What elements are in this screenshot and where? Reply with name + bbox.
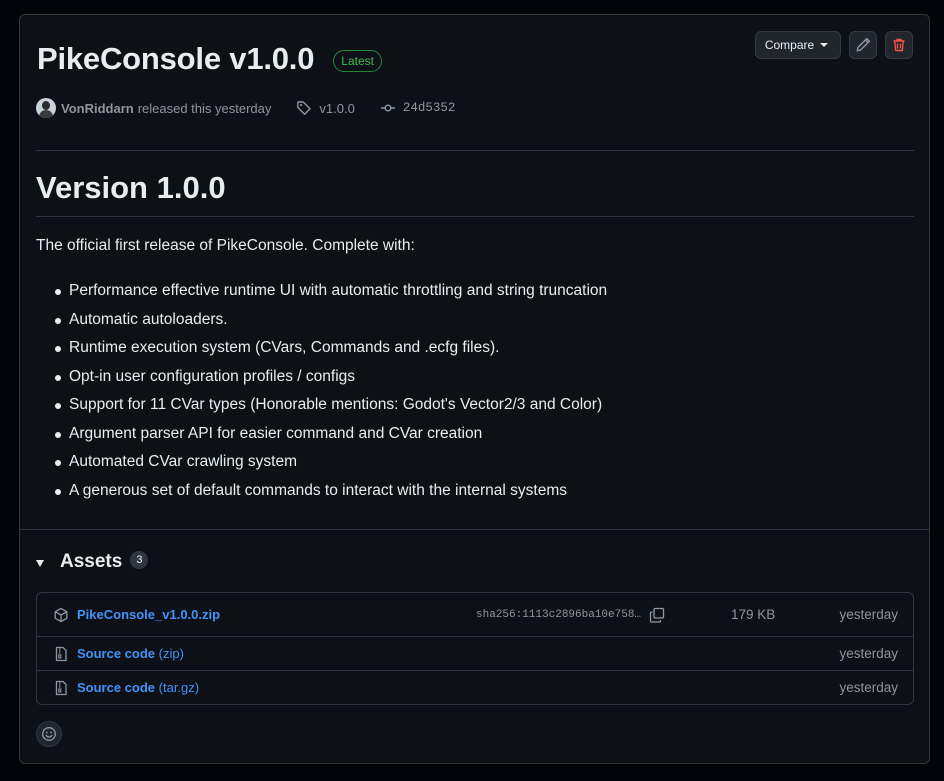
commit-sha: 24d5352 — [402, 101, 456, 115]
list-item: A generous set of default commands to in… — [36, 477, 607, 506]
commit-link[interactable]: 24d5352 — [380, 100, 456, 116]
release-meta: VonRiddarn released this yesterday v1.0.… — [36, 98, 455, 118]
list-item: Runtime execution system (CVars, Command… — [36, 334, 607, 363]
assets-divider — [20, 529, 929, 530]
asset-row: Source code (zip) yesterday — [37, 637, 913, 671]
avatar[interactable] — [36, 98, 56, 118]
edit-button[interactable] — [849, 31, 877, 59]
list-item: Opt-in user configuration profiles / con… — [36, 363, 607, 392]
list-item: Automated CVar crawling system — [36, 448, 607, 477]
list-item: Automatic autoloaders. — [36, 306, 607, 335]
package-icon — [53, 607, 69, 623]
file-zip-icon — [53, 646, 69, 662]
assets-toggle[interactable]: Assets 3 — [36, 551, 149, 573]
header-divider — [36, 150, 914, 151]
pencil-icon — [855, 37, 871, 53]
compare-label: Compare — [764, 38, 815, 52]
asset-row: PikeConsole_v1.0.0.zip sha256:1113c2896b… — [37, 593, 913, 637]
compare-button[interactable]: Compare — [755, 31, 841, 59]
triangle-down-icon — [36, 559, 44, 567]
notes-intro: The official first release of PikeConsol… — [36, 237, 415, 254]
commit-icon — [380, 100, 403, 116]
latest-badge: Latest — [333, 50, 382, 72]
asset-link[interactable]: PikeConsole_v1.0.0.zip — [77, 607, 220, 622]
tag-icon — [296, 100, 319, 116]
tag-label: v1.0.0 — [319, 100, 355, 116]
trash-icon — [891, 37, 907, 53]
assets-list: PikeConsole_v1.0.0.zip sha256:1113c2896b… — [36, 592, 914, 705]
release-title[interactable]: PikeConsole v1.0.0 — [37, 41, 314, 77]
delete-button[interactable] — [885, 31, 913, 59]
release-card: PikeConsole v1.0.0 Latest Compare VonRid… — [19, 14, 930, 764]
assets-count: 3 — [130, 551, 149, 569]
file-zip-icon — [53, 680, 69, 696]
asset-date: yesterday — [839, 680, 898, 695]
asset-sha: sha256:1113c2896ba10e758… — [476, 608, 642, 621]
asset-date: yesterday — [839, 607, 898, 622]
feature-list: Performance effective runtime UI with au… — [36, 277, 607, 505]
list-item: Performance effective runtime UI with au… — [36, 277, 607, 306]
asset-link[interactable]: Source code (tar.gz) — [77, 680, 199, 695]
asset-row: Source code (tar.gz) yesterday — [37, 671, 913, 704]
copy-icon[interactable] — [649, 607, 665, 623]
release-actions: Compare — [755, 31, 913, 59]
tag-link[interactable]: v1.0.0 — [296, 100, 355, 116]
list-item: Argument parser API for easier command a… — [36, 420, 607, 449]
asset-link[interactable]: Source code (zip) — [77, 646, 184, 661]
list-item: Support for 11 CVar types (Honorable men… — [36, 391, 607, 420]
heading-divider — [36, 216, 914, 217]
smiley-icon — [41, 726, 57, 742]
assets-title: Assets — [60, 551, 123, 572]
author-link[interactable]: VonRiddarn — [61, 101, 134, 116]
notes-heading: Version 1.0.0 — [36, 170, 226, 205]
add-reaction-button[interactable] — [36, 721, 62, 747]
asset-size: 179 KB — [731, 607, 776, 622]
caret-down-icon — [820, 43, 829, 47]
asset-date: yesterday — [839, 646, 898, 661]
release-header: PikeConsole v1.0.0 Latest — [37, 41, 382, 77]
released-text: released this yesterday — [137, 100, 272, 116]
